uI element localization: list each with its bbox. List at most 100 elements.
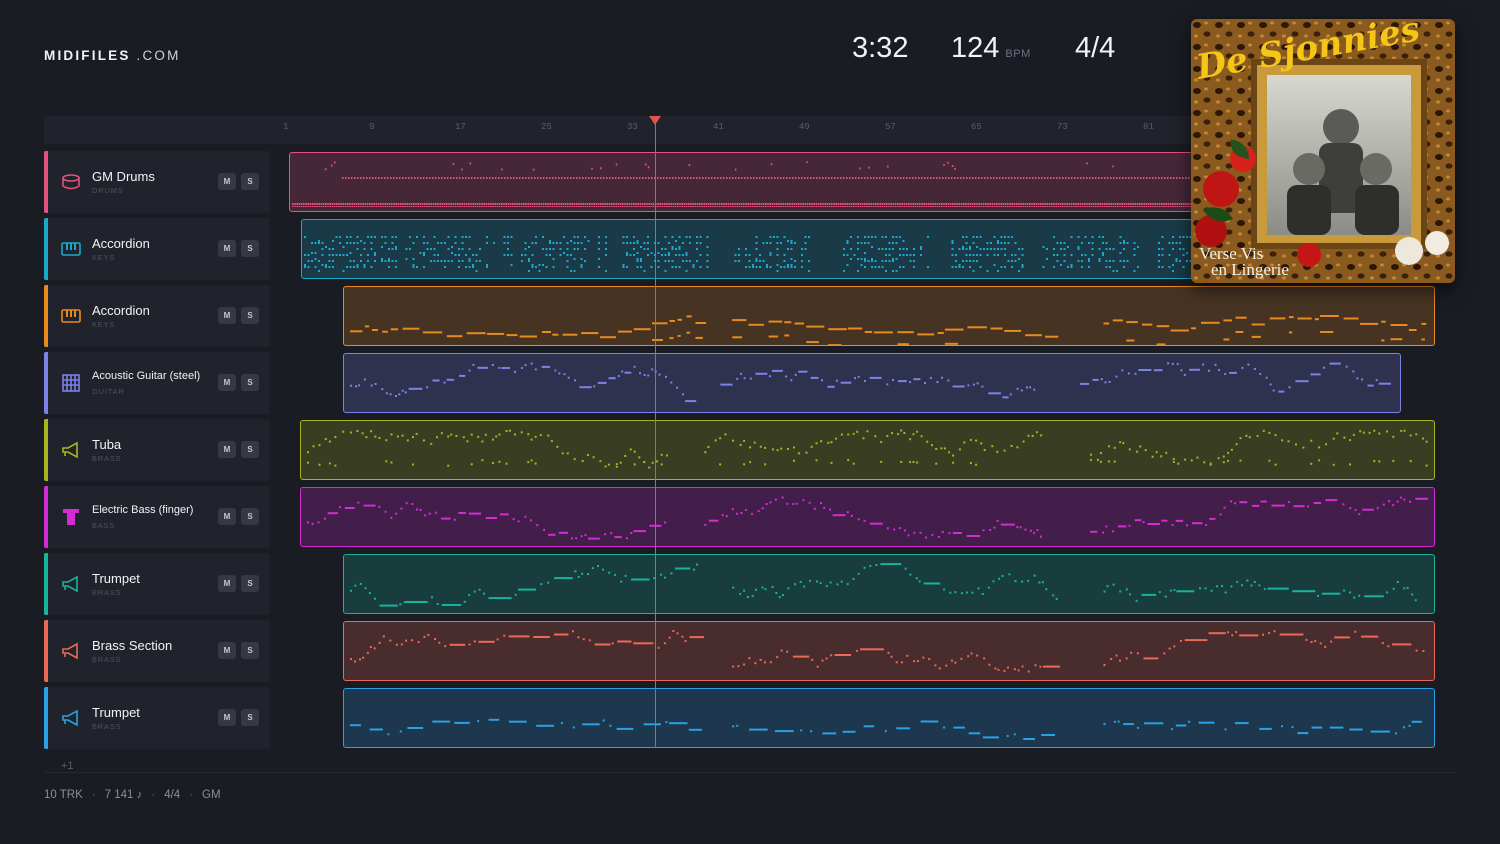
- footer-time-signature: 4/4: [164, 789, 181, 801]
- tempo-display: 124 BPM: [951, 32, 1031, 65]
- track-name: Accordion: [92, 303, 150, 318]
- mute-button[interactable]: M: [218, 173, 236, 190]
- solo-button[interactable]: S: [241, 173, 259, 190]
- ruler-bar-label: 81: [1143, 122, 1154, 132]
- track-category: BRASS: [92, 588, 122, 597]
- solo-button[interactable]: S: [241, 441, 259, 458]
- midi-clip[interactable]: [343, 688, 1435, 748]
- track-category: KEYS: [92, 320, 116, 329]
- midi-notes: [307, 429, 1428, 469]
- horn-icon: [61, 574, 81, 594]
- horn-icon: [61, 708, 81, 728]
- horn-icon: [61, 641, 81, 661]
- midi-clip[interactable]: [343, 554, 1435, 614]
- ruler-bar-label: 25: [541, 122, 552, 132]
- track-header[interactable]: Electric Bass (finger) BASS M S: [44, 486, 270, 548]
- track-name: Acoustic Guitar (steel): [92, 370, 201, 382]
- keyboard-icon: [61, 239, 81, 259]
- track-name: GM Drums: [92, 169, 155, 184]
- tempo-unit: BPM: [1005, 48, 1031, 60]
- midi-notes: [307, 496, 1428, 540]
- more-tracks-indicator[interactable]: +1: [61, 760, 74, 772]
- track-header[interactable]: Brass Section BRASS M S: [44, 620, 270, 682]
- mute-button[interactable]: M: [218, 508, 236, 525]
- album-cover-art: De Sjonnies Verse Vis en Lingerie: [1191, 19, 1455, 283]
- track-name: Tuba: [92, 437, 122, 452]
- track-color-stripe: [44, 620, 48, 682]
- ruler-bar-label: 65: [971, 122, 982, 132]
- ruler-bar-label: 1: [283, 122, 289, 132]
- track-header[interactable]: Acoustic Guitar (steel) GUITAR M S: [44, 352, 270, 414]
- track-count: 10 TRK: [44, 789, 83, 801]
- track-color-stripe: [44, 486, 48, 548]
- ruler-bar-label: 33: [627, 122, 638, 132]
- ruler-bar-label: 9: [369, 122, 375, 132]
- track-color-stripe: [44, 285, 48, 347]
- mute-button[interactable]: M: [218, 307, 236, 324]
- solo-button[interactable]: S: [241, 374, 259, 391]
- guitar-icon: [61, 373, 81, 393]
- time-signature: 4/4: [1075, 32, 1116, 64]
- track-name: Trumpet: [92, 705, 140, 720]
- solo-button[interactable]: S: [241, 240, 259, 257]
- midi-notes: [350, 362, 1391, 403]
- bass-icon: [61, 507, 81, 527]
- album-cover: De Sjonnies Verse Vis en Lingerie: [1191, 19, 1455, 283]
- track-category: BRASS: [92, 722, 122, 731]
- mute-button[interactable]: M: [218, 240, 236, 257]
- track-header[interactable]: GM Drums DRUMS M S: [44, 151, 270, 213]
- track-name: Accordion: [92, 236, 150, 251]
- ruler-bar-label: 17: [455, 122, 466, 132]
- track-header[interactable]: Trumpet BRASS M S: [44, 687, 270, 749]
- mute-button[interactable]: M: [218, 709, 236, 726]
- track-category: BRASS: [92, 655, 122, 664]
- solo-button[interactable]: S: [241, 508, 259, 525]
- track-color-stripe: [44, 218, 48, 280]
- midi-notes: [350, 315, 1427, 345]
- logo-wordmark: MIDIFILES: [44, 48, 131, 63]
- solo-button[interactable]: S: [241, 575, 259, 592]
- midi-clip[interactable]: [343, 621, 1435, 681]
- track-color-stripe: [44, 352, 48, 414]
- ruler-bar-label: 73: [1057, 122, 1068, 132]
- track-name: Trumpet: [92, 571, 140, 586]
- playhead[interactable]: [655, 122, 656, 748]
- mute-button[interactable]: M: [218, 441, 236, 458]
- keyboard-icon: [61, 306, 81, 326]
- solo-button[interactable]: S: [241, 709, 259, 726]
- track-category: GUITAR: [92, 387, 125, 396]
- track-name: Electric Bass (finger): [92, 504, 194, 516]
- song-info-footer: 10 TRK · 7 141 ♪ · 4/4 · GM: [44, 789, 221, 801]
- ruler-bar-label: 49: [799, 122, 810, 132]
- track-header[interactable]: Tuba BRASS M S: [44, 419, 270, 481]
- track-category: BASS: [92, 521, 116, 530]
- solo-button[interactable]: S: [241, 642, 259, 659]
- note-count: 7 141 ♪: [104, 789, 143, 801]
- site-logo[interactable]: MIDIFILES .COM: [44, 48, 181, 63]
- midi-clip[interactable]: [343, 286, 1435, 346]
- track-header[interactable]: Accordion KEYS M S: [44, 218, 270, 280]
- solo-button[interactable]: S: [241, 307, 259, 324]
- midi-notes: [350, 630, 1425, 673]
- track-header[interactable]: Trumpet BRASS M S: [44, 553, 270, 615]
- tempo-value: 124: [951, 32, 1000, 64]
- ruler-bar-label: 41: [713, 122, 724, 132]
- mute-button[interactable]: M: [218, 374, 236, 391]
- midi-clip[interactable]: [300, 487, 1435, 547]
- drum-icon: [61, 172, 81, 192]
- track-name: Brass Section: [92, 638, 173, 653]
- track-category: BRASS: [92, 454, 122, 463]
- album-title-line2: en Lingerie: [1211, 260, 1289, 279]
- midi-clip[interactable]: [300, 420, 1435, 480]
- midi-standard: GM: [202, 789, 221, 801]
- mute-button[interactable]: M: [218, 575, 236, 592]
- mute-button[interactable]: M: [218, 642, 236, 659]
- track-color-stripe: [44, 687, 48, 749]
- track-category: KEYS: [92, 253, 116, 262]
- midi-clip[interactable]: [343, 353, 1401, 413]
- midi-notes: [350, 563, 1417, 607]
- track-category: DRUMS: [92, 186, 124, 195]
- track-header[interactable]: Accordion KEYS M S: [44, 285, 270, 347]
- playhead-handle[interactable]: [649, 116, 661, 125]
- track-color-stripe: [44, 151, 48, 213]
